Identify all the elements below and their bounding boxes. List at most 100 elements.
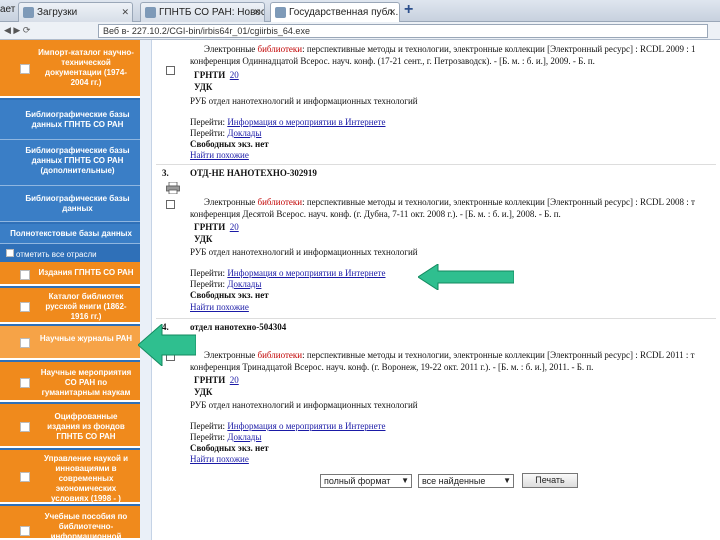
sidebar-item-label: Библиографические базы данных ГПНТБ СО Р… [25, 110, 130, 129]
sidebar-item-mark-all[interactable]: отметить все отрасли [0, 246, 140, 262]
grnti-link[interactable]: 20 [230, 375, 239, 385]
reports-link[interactable]: Доклады [227, 432, 261, 442]
record-code: отдел нанотехно-504304 [190, 322, 287, 332]
tab-fragment[interactable]: ает [0, 4, 15, 15]
record-number: 3. [162, 168, 169, 178]
checkbox[interactable] [20, 302, 30, 312]
tab-gpntb[interactable]: ГПНТБ СО РАН: Новосибирск ✕ [140, 2, 265, 22]
sidebar-item-label: Оцифрованные издания из фондов ГПНТБ СО … [47, 412, 125, 441]
record-description: Электронные библиотеки: перспективные ме… [204, 350, 695, 360]
goto-row: Перейти: Информация о мероприятии в Инте… [190, 117, 386, 127]
find-similar-link[interactable]: Найти похожие [190, 302, 249, 312]
checkbox[interactable] [20, 422, 30, 432]
event-info-link[interactable]: Информация о мероприятии в Интернете [227, 268, 385, 278]
udk-row: УДК [194, 82, 213, 92]
url-field[interactable]: Веб в- 227.10.2/CGI-bin/irbis64r_01/cgii… [98, 24, 708, 38]
sidebar-item-label: Импорт-каталог научно-технической докуме… [38, 48, 134, 87]
sidebar-item-label: Полнотекстовые базы данных [10, 229, 132, 238]
checkbox[interactable] [20, 526, 30, 536]
printer-icon[interactable] [166, 182, 180, 194]
sidebar-item-label: Библиографические базы данных ГПНТБ СО Р… [25, 146, 130, 175]
grnti-link[interactable]: 20 [230, 222, 239, 232]
divider [156, 318, 716, 319]
checkbox[interactable] [6, 249, 14, 257]
print-button[interactable]: Печать [522, 473, 578, 488]
checkbox[interactable] [20, 338, 30, 348]
new-tab-button[interactable]: + [404, 1, 413, 19]
page-icon [23, 7, 34, 18]
record-description: Электронные библиотеки: перспективные ме… [204, 44, 696, 54]
sidebar-item-label: Библиографические базы данных [25, 194, 130, 213]
tab-label: Загрузки [37, 7, 78, 18]
sidebar-item-bibl-db[interactable]: Библиографические базы данных ГПНТБ СО Р… [0, 100, 140, 140]
close-icon[interactable]: ✕ [121, 7, 129, 18]
record-description-cont: конференция Одиннадцатой Всерос. науч. к… [190, 56, 595, 66]
record-checkbox[interactable] [166, 200, 175, 209]
sidebar-item-russian-book[interactable]: Каталог библиотек русской книги (1862-19… [0, 288, 140, 324]
sidebar-divider [140, 40, 152, 540]
grnti-link[interactable]: 20 [230, 70, 239, 80]
udk-row: УДК [194, 387, 213, 397]
sidebar-item-humanities-events[interactable]: Научные мероприятия СО РАН по гуманитарн… [0, 362, 140, 402]
reports-link[interactable]: Доклады [227, 279, 261, 289]
checkbox[interactable] [20, 64, 30, 74]
event-info-link[interactable]: Информация о мероприятии в Интернете [227, 117, 385, 127]
sidebar-item-science-management[interactable]: Управление наукой и инновациями в соврем… [0, 450, 140, 504]
goto-row: Перейти: Информация о мероприятии в Инте… [190, 421, 386, 431]
copies-status: Свободных экз. нет [190, 139, 269, 149]
record-code: ОТД-НЕ НАНОТЕХНО-302919 [190, 168, 317, 178]
format-select[interactable]: полный формат ▼ [320, 474, 412, 488]
grnti-row: ГРНТИ 20 [194, 70, 239, 80]
chevron-down-icon: ▼ [401, 476, 409, 485]
rubric: РУБ отдел нанотехнологий и информационны… [190, 400, 418, 410]
tab-label: ГПНТБ СО РАН: Новосибирск [159, 7, 265, 18]
copies-status: Свободных экз. нет [190, 443, 269, 453]
close-icon[interactable]: ✕ [388, 7, 396, 18]
reports-link[interactable]: Доклады [227, 128, 261, 138]
sidebar-item-ran-journals[interactable]: Научные журналы РАН [0, 326, 140, 360]
record-description-cont: конференция Десятой Всерос. науч. конф. … [190, 209, 561, 219]
checkbox[interactable] [20, 378, 30, 388]
chevron-down-icon: ▼ [503, 476, 511, 485]
udk-row: УДК [194, 234, 213, 244]
find-similar-link[interactable]: Найти похожие [190, 150, 249, 160]
checkbox[interactable] [20, 270, 30, 280]
results-list: Электронные библиотеки: перспективные ме… [156, 40, 716, 540]
rubric: РУБ отдел нанотехнологий и информационны… [190, 247, 418, 257]
tab-downloads[interactable]: Загрузки ✕ [18, 2, 133, 22]
sidebar-item-import-catalog[interactable]: Импорт-каталог научно-технической докуме… [0, 40, 140, 98]
address-bar: ◀ ▶ ⟳ Веб в- 227.10.2/CGI-bin/irbis64r_0… [0, 22, 720, 40]
goto-row: Перейти: Доклады [190, 432, 262, 442]
checkbox[interactable] [20, 472, 30, 482]
sidebar-item-label: Учебные пособия по библиотечно-информаци… [44, 512, 128, 540]
event-info-link[interactable]: Информация о мероприятии в Интернете [227, 421, 385, 431]
browser-tab-bar: ает Загрузки ✕ ГПНТБ СО РАН: Новосибирск… [0, 0, 720, 22]
divider [156, 164, 716, 165]
grnti-row: ГРНТИ 20 [194, 375, 239, 385]
close-icon[interactable]: ✕ [253, 7, 261, 18]
scope-select[interactable]: все найденные ▼ [418, 474, 514, 488]
sidebar-item-gpntb-publications[interactable]: Издания ГПНТБ СО РАН [0, 262, 140, 286]
rubric: РУБ отдел нанотехнологий и информационны… [190, 96, 418, 106]
page-icon [145, 7, 156, 18]
find-similar-link[interactable]: Найти похожие [190, 454, 249, 464]
arrow-left-icon [138, 324, 196, 366]
arrow-left-icon [418, 264, 514, 290]
sidebar-item-digitized[interactable]: Оцифрованные издания из фондов ГПНТБ СО … [0, 404, 140, 448]
page-icon [275, 7, 286, 18]
sidebar-item-label: Научные журналы РАН [39, 334, 133, 343]
record-checkbox[interactable] [166, 66, 175, 75]
sidebar-item-label: отметить все отрасли [16, 250, 97, 259]
tab-public-library[interactable]: Государственная публ... ✕ [270, 2, 400, 22]
sidebar-item-bibl-db-extra[interactable]: Библиографические базы данных ГПНТБ СО Р… [0, 140, 140, 186]
sidebar-item-fulltext-db[interactable]: Полнотекстовые базы данных [0, 224, 140, 244]
sidebar-item-label: Каталог библиотек русской книги (1862-19… [45, 292, 127, 321]
sidebar-item-label: Издания ГПНТБ СО РАН [38, 268, 134, 277]
tab-label: Государственная публ... [289, 7, 400, 18]
copies-status: Свободных экз. нет [190, 290, 269, 300]
nav-arrows-icon[interactable]: ◀ ▶ ⟳ [4, 25, 30, 36]
sidebar-item-label: Управление наукой и инновациями в соврем… [43, 454, 129, 503]
sidebar-item-label: Научные мероприятия СО РАН по гуманитарн… [40, 368, 132, 397]
sidebar-item-bibl-db-2[interactable]: Библиографические базы данных [0, 186, 140, 222]
sidebar-item-textbooks[interactable]: Учебные пособия по библиотечно-информаци… [0, 506, 140, 540]
